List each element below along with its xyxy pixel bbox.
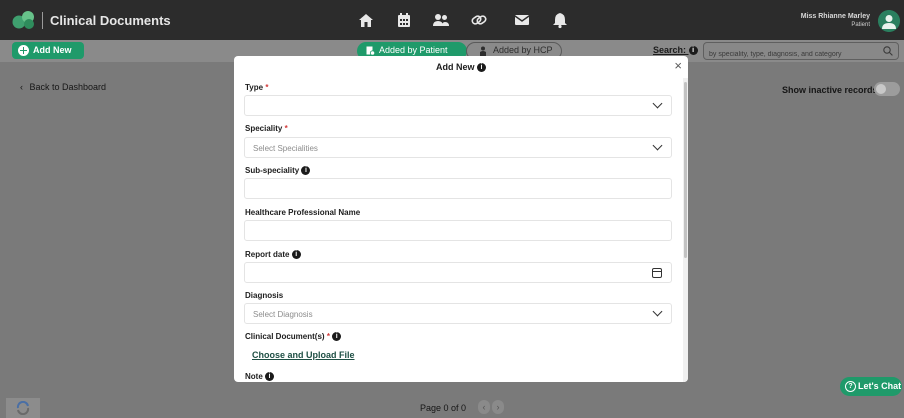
- report-date-label-text: Report date: [245, 250, 290, 259]
- add-new-label: Add New: [33, 45, 72, 55]
- back-to-dashboard-link[interactable]: ‹ Back to Dashboard: [20, 82, 106, 92]
- note-label: Note i: [245, 372, 275, 382]
- tab-patient-label: Added by Patient: [379, 45, 448, 55]
- avatar-icon[interactable]: [878, 10, 900, 32]
- link-icon[interactable]: [470, 11, 488, 29]
- chevron-down-icon: [652, 98, 663, 109]
- info-icon[interactable]: i: [291, 250, 301, 260]
- page-prev-button[interactable]: ‹: [478, 400, 490, 414]
- home-icon[interactable]: [357, 11, 375, 29]
- required-mark: *: [265, 83, 269, 92]
- info-icon[interactable]: i: [301, 166, 311, 176]
- mail-icon[interactable]: [513, 11, 531, 29]
- pagination-label: Page 0 of 0: [420, 403, 467, 413]
- user-role: Patient: [851, 22, 870, 28]
- modal-title: Add New i: [234, 62, 688, 73]
- recaptcha-icon: [16, 401, 30, 415]
- calendar-icon[interactable]: [395, 11, 413, 29]
- person-icon: [480, 46, 486, 56]
- show-inactive-label: Show inactive records: [782, 85, 878, 95]
- speciality-placeholder: Select Specialities: [253, 144, 318, 153]
- type-select[interactable]: [244, 95, 672, 116]
- required-mark: *: [284, 124, 288, 133]
- search-label-text: Search:: [653, 45, 687, 55]
- modal-title-text: Add New: [435, 62, 475, 72]
- logo-separator: [42, 12, 43, 29]
- app-title: Clinical Documents: [50, 13, 171, 28]
- type-label: Type *: [245, 83, 268, 92]
- chevron-down-icon: [652, 140, 663, 151]
- top-bar: Clinical Documents Miss Rhianne Marley P…: [0, 0, 904, 40]
- page-next-button[interactable]: ›: [492, 400, 504, 414]
- note-label-text: Note: [245, 372, 263, 381]
- report-date-input[interactable]: [244, 262, 672, 283]
- required-mark: *: [326, 332, 330, 341]
- users-icon[interactable]: [432, 11, 450, 29]
- calendar-icon[interactable]: [652, 268, 662, 278]
- plus-circle-icon: [18, 45, 29, 56]
- lets-chat-button[interactable]: ? Let's Chat: [840, 377, 902, 396]
- close-icon[interactable]: ×: [674, 58, 682, 73]
- type-label-text: Type: [245, 83, 264, 92]
- subspeciality-label: Sub-speciality i: [245, 166, 311, 176]
- hcp-name-label: Healthcare Professional Name: [245, 208, 361, 217]
- search-label: Search: i: [653, 45, 698, 56]
- info-icon[interactable]: i: [477, 63, 487, 73]
- search-input[interactable]: [704, 46, 874, 63]
- clinical-docs-label-text: Clinical Document(s): [245, 332, 325, 341]
- tab-hcp-label: Added by HCP: [493, 45, 553, 55]
- hcp-name-input[interactable]: [244, 220, 672, 241]
- chevron-down-icon: [652, 306, 663, 317]
- add-new-modal: Add New i × Type * Speciality * Select S…: [234, 56, 688, 382]
- diagnosis-label: Diagnosis: [245, 291, 284, 300]
- back-link-label: Back to Dashboard: [29, 82, 107, 92]
- speciality-label-text: Speciality: [245, 124, 283, 133]
- speciality-select[interactable]: Select Specialities: [244, 137, 672, 158]
- info-icon[interactable]: i: [332, 332, 342, 342]
- document-icon: [366, 46, 375, 56]
- diagnosis-placeholder: Select Diagnosis: [253, 310, 313, 319]
- speciality-label: Speciality *: [245, 124, 288, 133]
- user-name: Miss Rhianne Marley: [800, 13, 870, 20]
- bell-icon[interactable]: [551, 11, 569, 29]
- show-inactive-toggle[interactable]: [874, 82, 900, 96]
- question-icon: ?: [845, 381, 856, 392]
- choose-upload-file-link[interactable]: Choose and Upload File: [252, 350, 355, 360]
- chat-label: Let's Chat: [858, 381, 902, 391]
- diagnosis-select[interactable]: Select Diagnosis: [244, 303, 672, 324]
- recaptcha-badge[interactable]: [6, 398, 40, 418]
- app-logo-icon: [12, 11, 34, 29]
- info-icon[interactable]: i: [688, 46, 698, 56]
- chevron-left-icon: ‹: [20, 82, 23, 92]
- clinical-docs-label: Clinical Document(s) * i: [245, 332, 342, 342]
- report-date-label: Report date i: [245, 250, 301, 260]
- subspeciality-input[interactable]: [244, 178, 672, 199]
- add-new-button[interactable]: Add New: [12, 42, 84, 59]
- subspeciality-label-text: Sub-speciality: [245, 166, 300, 175]
- search-icon[interactable]: [883, 46, 893, 56]
- search-box: [703, 42, 899, 63]
- info-icon[interactable]: i: [265, 372, 275, 382]
- modal-scrollbar-thumb[interactable]: [684, 82, 687, 258]
